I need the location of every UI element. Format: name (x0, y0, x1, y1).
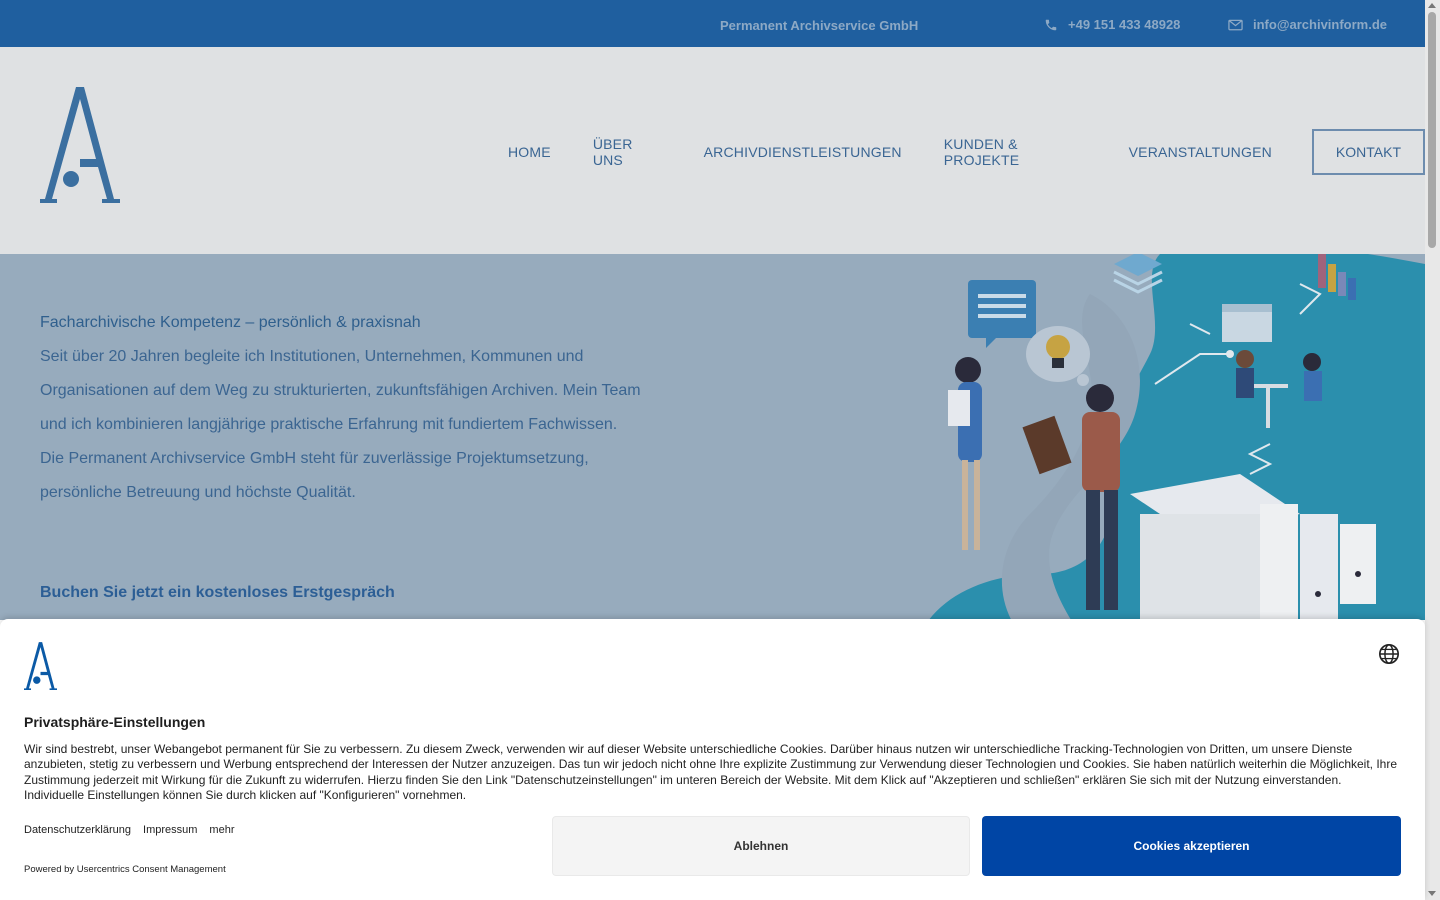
accept-cookies-button[interactable]: Cookies akzeptieren (982, 816, 1401, 876)
privacy-policy-link[interactable]: Datenschutzerklärung (24, 824, 131, 836)
hero-illustration (928, 254, 1425, 620)
powered-by-text: Powered by Usercentrics Consent Manageme… (24, 864, 226, 875)
language-globe-icon[interactable] (1378, 643, 1400, 665)
decline-button[interactable]: Ablehnen (552, 816, 970, 876)
top-bar: Permanent Archivservice GmbH +49 151 433… (0, 0, 1425, 47)
nav-kunden-projekte[interactable]: KUNDEN & PROJEKTE (944, 136, 1087, 168)
consent-links: Datenschutzerklärung Impressum mehr (24, 824, 234, 836)
imprint-link[interactable]: Impressum (143, 824, 197, 836)
site-header: HOME ÜBER UNS ARCHIVDIENSTLEISTUNGEN KUN… (0, 47, 1425, 254)
cookie-consent-banner: Privatsphäre-Einstellungen Wir sind best… (0, 619, 1425, 900)
hero-cta-link[interactable]: Buchen Sie jetzt ein kostenloses Erstges… (40, 584, 395, 602)
company-name: Permanent Archivservice GmbH (720, 18, 919, 33)
hero-text-1: Seit über 20 Jahren begleite ich Institu… (40, 348, 641, 433)
consent-text: Wir sind bestrebt, unser Webangebot perm… (24, 742, 1398, 802)
main-nav: HOME ÜBER UNS ARCHIVDIENSTLEISTUNGEN KUN… (508, 129, 1425, 175)
phone-number: +49 151 433 48928 (1068, 17, 1181, 32)
nav-home[interactable]: HOME (508, 144, 551, 160)
phone-link[interactable]: +49 151 433 48928 (1044, 17, 1180, 32)
consent-logo (24, 642, 57, 691)
nav-veranstaltungen[interactable]: VERANSTALTUNGEN (1129, 144, 1272, 160)
page-scrollbar[interactable] (1425, 0, 1440, 900)
nav-ueber-uns[interactable]: ÜBER UNS (593, 136, 662, 168)
site-logo[interactable] (40, 87, 120, 205)
email-link[interactable]: info@archivinform.de (1228, 17, 1387, 32)
hero-paragraph: Seit über 20 Jahren begleite ich Institu… (40, 340, 665, 510)
email-address: info@archivinform.de (1253, 17, 1388, 32)
scrollbar-thumb[interactable] (1428, 12, 1436, 248)
nav-kontakt-button[interactable]: KONTAKT (1311, 129, 1425, 175)
hero-headline: Facharchivische Kompetenz – persönlich &… (40, 314, 421, 331)
consent-title: Privatsphäre-Einstellungen (24, 714, 206, 730)
mail-icon (1228, 19, 1243, 30)
phone-icon (1045, 19, 1057, 30)
scroll-down-arrow[interactable] (1428, 891, 1436, 896)
more-link[interactable]: mehr (209, 824, 234, 836)
scroll-up-arrow[interactable] (1428, 3, 1436, 8)
hero-text-2: Die Permanent Archivservice GmbH steht f… (40, 450, 589, 501)
nav-archivdienstleistungen[interactable]: ARCHIVDIENSTLEISTUNGEN (704, 144, 902, 160)
hero-section: Facharchivische Kompetenz – persönlich &… (0, 254, 1425, 620)
